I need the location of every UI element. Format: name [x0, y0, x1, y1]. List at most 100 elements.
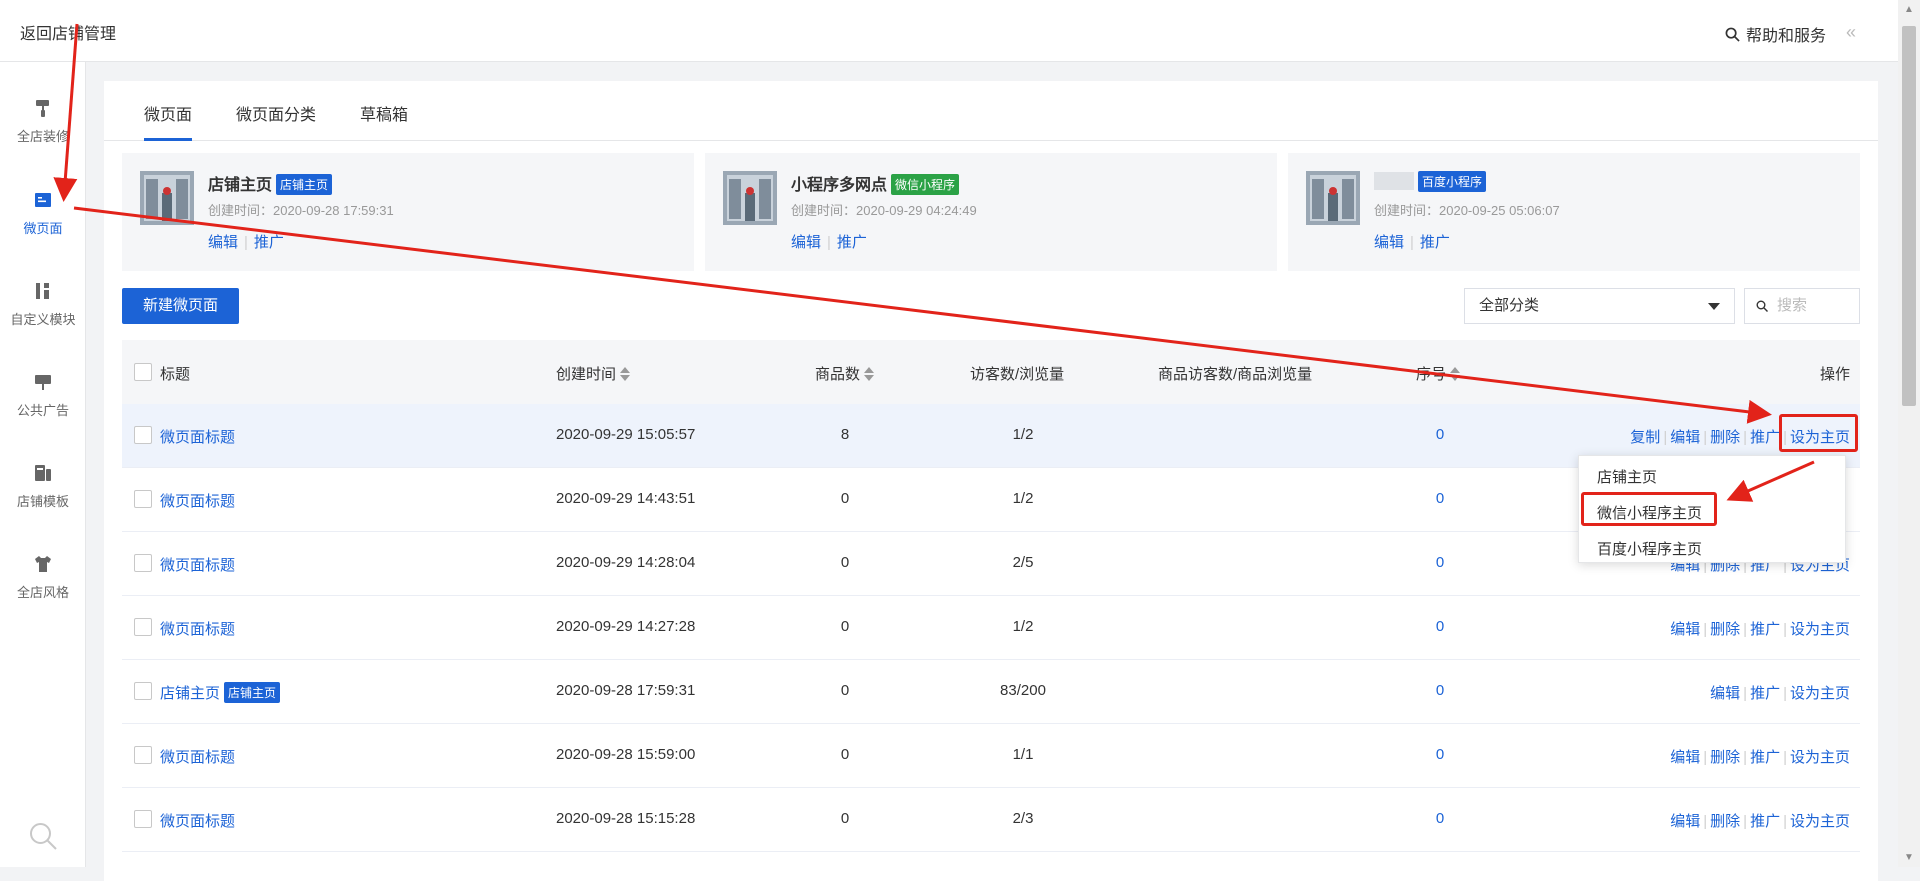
column-header-order[interactable]: 序号	[1416, 363, 1461, 384]
row-title[interactable]: 微页面标题	[160, 490, 235, 511]
row-action-link[interactable]: 编辑	[1670, 429, 1700, 446]
row-goods: 0	[840, 554, 850, 571]
row-created: 2020-09-29 14:27:28	[556, 618, 696, 635]
sort-icon[interactable]	[1450, 367, 1461, 381]
new-micro-page-button[interactable]: 新建微页面	[122, 288, 239, 324]
row-order[interactable]: 0	[1436, 426, 1444, 443]
row-checkbox[interactable]	[134, 554, 152, 572]
promote-link[interactable]: 推广	[837, 234, 867, 251]
row-title-text: 店铺主页	[160, 685, 221, 702]
sort-icon[interactable]	[864, 367, 875, 381]
table-row[interactable]: 微页面标题 2020-09-28 15:59:00 0 1/1 0 编辑 | 删除 | 推广 | 设为…	[122, 724, 1860, 788]
row-action-link[interactable]: 编辑	[1670, 621, 1700, 638]
scroll-up-arrow-icon[interactable]: ▲	[1904, 4, 1914, 15]
dropdown-option-store-home[interactable]: 店铺主页	[1597, 466, 1657, 487]
edit-link[interactable]: 编辑	[208, 234, 238, 251]
edit-link[interactable]: 编辑	[1374, 234, 1404, 251]
row-order[interactable]: 0	[1436, 490, 1444, 507]
row-action-link[interactable]: 编辑	[1710, 685, 1740, 702]
row-action-link[interactable]: 推广	[1750, 685, 1780, 702]
row-action-link[interactable]: 设为主页	[1790, 621, 1850, 638]
select-all-checkbox[interactable]	[134, 363, 152, 381]
sidebar-item-store-template[interactable]: 店铺模板	[0, 463, 86, 510]
column-header-ops: 操作	[1819, 366, 1850, 383]
sidebar: 全店装修 微页面 自定义模块 公共广告 店铺模板 全店风格	[0, 62, 86, 867]
page-thumbnail	[1306, 171, 1360, 225]
collapse-icon[interactable]: «	[1846, 22, 1856, 43]
help-and-service-link[interactable]: 帮助和服务	[1725, 22, 1826, 46]
sidebar-item-micro-page[interactable]: 微页面	[0, 190, 86, 237]
scrollbar-thumb[interactable]	[1902, 26, 1916, 406]
table-row[interactable]: 店铺主页 店铺主页 2020-09-28 17:59:31 0 83/200 0 编辑 | 推广…	[122, 660, 1860, 724]
row-action-link[interactable]: 复制	[1630, 429, 1660, 446]
row-action-link[interactable]: 设为主页	[1790, 749, 1850, 766]
search-input[interactable]: 搜索	[1744, 288, 1860, 324]
row-checkbox[interactable]	[134, 746, 152, 764]
sidebar-item-store-decoration[interactable]: 全店装修	[0, 98, 86, 145]
promote-link[interactable]: 推广	[1420, 234, 1450, 251]
row-title[interactable]: 微页面标题	[160, 554, 235, 575]
sidebar-item-public-ad[interactable]: 公共广告	[0, 372, 86, 419]
row-title[interactable]: 店铺主页 店铺主页	[160, 682, 281, 703]
tab-micro-page-category[interactable]: 微页面分类	[236, 101, 316, 125]
row-checkbox[interactable]	[134, 810, 152, 828]
page-scrollbar[interactable]: ▲ ▼	[1898, 0, 1920, 867]
row-action-link[interactable]: 编辑	[1670, 749, 1700, 766]
row-action-link[interactable]: 删除	[1710, 813, 1740, 830]
row-order[interactable]: 0	[1436, 810, 1444, 827]
row-action-link[interactable]: 推广	[1750, 813, 1780, 830]
column-header-visitors: 访客数/浏览量	[970, 366, 1065, 383]
tab-drafts[interactable]: 草稿箱	[360, 101, 408, 125]
row-checkbox[interactable]	[134, 682, 152, 700]
row-actions: 编辑 | 删除 | 推广 | 设为主页	[1670, 746, 1850, 767]
row-order[interactable]: 0	[1436, 746, 1444, 763]
edit-link[interactable]: 编辑	[791, 234, 821, 251]
column-header-created[interactable]: 创建时间	[556, 363, 631, 384]
row-action-link[interactable]: 编辑	[1670, 813, 1700, 830]
dropdown-option-baidu-home[interactable]: 百度小程序主页	[1597, 538, 1702, 559]
row-checkbox[interactable]	[134, 426, 152, 444]
row-title-text: 微页面标题	[160, 813, 236, 830]
row-created: 2020-09-28 15:15:28	[556, 810, 696, 827]
row-actions: 编辑 | 删除 | 推广 | 设为主页	[1670, 618, 1850, 639]
row-title[interactable]: 微页面标题	[160, 618, 235, 639]
row-action-link[interactable]: 推广	[1750, 429, 1780, 446]
row-goods: 0	[840, 682, 850, 699]
search-icon[interactable]	[28, 821, 58, 851]
row-checkbox[interactable]	[134, 618, 152, 636]
sidebar-item-store-style[interactable]: 全店风格	[0, 554, 86, 601]
action-divider: |	[244, 234, 248, 251]
row-action-link[interactable]: 删除	[1710, 429, 1740, 446]
row-action-link[interactable]: 设为主页	[1790, 813, 1850, 830]
row-title[interactable]: 微页面标题	[160, 810, 235, 831]
back-to-store-link[interactable]: 返回店铺管理	[20, 20, 116, 44]
row-order[interactable]: 0	[1436, 682, 1444, 699]
row-goods: 0	[840, 810, 850, 827]
action-divider: |	[1783, 813, 1787, 830]
row-action-link[interactable]: 设为主页	[1790, 685, 1850, 702]
row-action-link[interactable]: 推广	[1750, 749, 1780, 766]
row-action-link[interactable]: 推广	[1750, 621, 1780, 638]
sidebar-item-custom-module[interactable]: 自定义模块	[0, 281, 86, 328]
scroll-down-arrow-icon[interactable]: ▼	[1904, 852, 1914, 863]
row-title[interactable]: 微页面标题	[160, 426, 235, 447]
row-order[interactable]: 0	[1436, 618, 1444, 635]
action-divider: |	[1783, 685, 1787, 702]
table-row[interactable]: 微页面标题 2020-09-29 14:27:28 0 1/2 0 编辑 | 删除 | 推广 | 设为…	[122, 596, 1860, 660]
column-header-goods[interactable]: 商品数	[815, 363, 875, 384]
row-action-link[interactable]: 删除	[1710, 749, 1740, 766]
row-title[interactable]: 微页面标题	[160, 746, 235, 767]
row-badge: 店铺主页	[224, 682, 281, 703]
row-checkbox[interactable]	[134, 490, 152, 508]
annotation-box-set-home	[1779, 414, 1858, 452]
row-order[interactable]: 0	[1436, 554, 1444, 571]
table-row[interactable]: 微页面标题 2020-09-28 15:15:28 0 2/3 0 编辑 | 删除 | 推广 | 设为…	[122, 788, 1860, 852]
row-goods: 8	[840, 426, 850, 443]
tab-micro-page[interactable]: 微页面	[144, 101, 192, 125]
action-divider: |	[1743, 749, 1748, 766]
row-action-link[interactable]: 删除	[1710, 621, 1740, 638]
sort-icon[interactable]	[620, 367, 631, 381]
promote-link[interactable]: 推广	[254, 234, 284, 251]
page-thumbnail	[140, 171, 194, 225]
category-select[interactable]: 全部分类	[1464, 288, 1735, 324]
